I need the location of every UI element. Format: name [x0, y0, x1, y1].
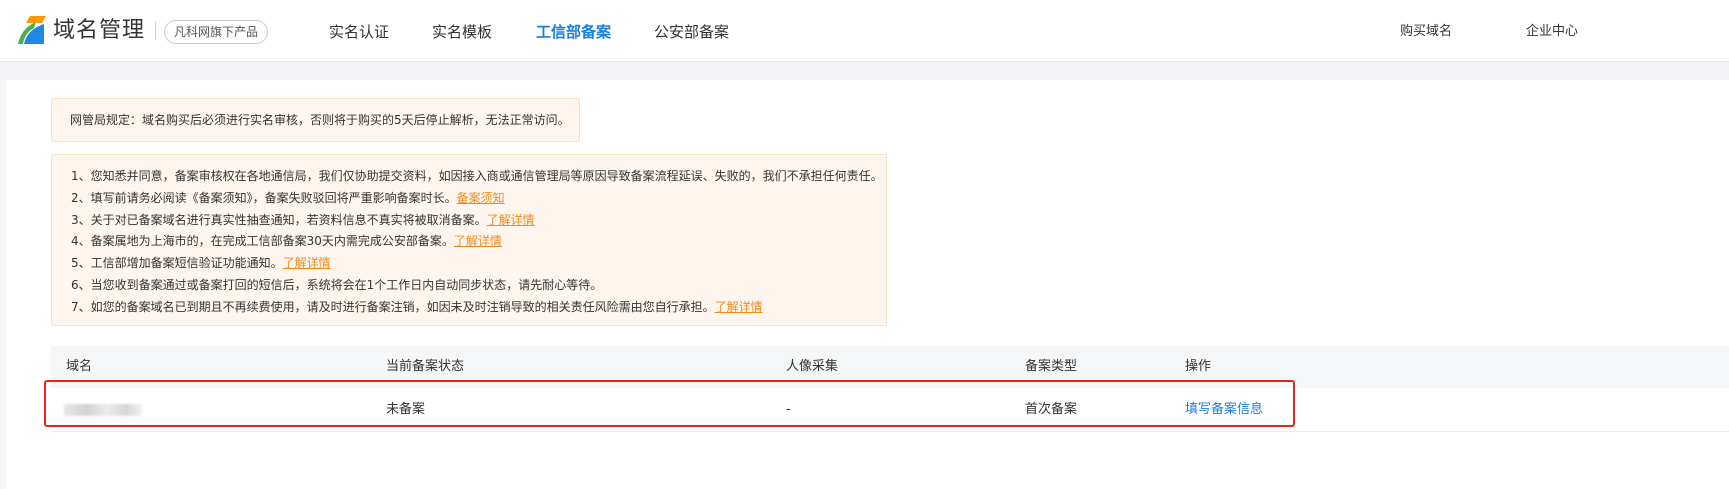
face-cell: - — [786, 402, 791, 417]
brand-title[interactable]: 域名管理 — [53, 16, 145, 46]
notice-line: 1、您知悉并同意，备案审核权在各地通信局，我们仅协助提交资料，如因接入商或通信管… — [71, 169, 883, 183]
nav-real-name-auth[interactable]: 实名认证 — [329, 22, 389, 42]
filing-guide-link[interactable]: 备案须知 — [457, 191, 505, 205]
table-row: 未备案 - 首次备案 填写备案信息 — [51, 388, 1729, 432]
brand-badge: 凡科网旗下产品 — [164, 20, 269, 44]
notice-line: 7、如您的备案域名已到期且不再续费使用，请及时进行备案注销，如因未及时注销导致的… — [71, 299, 763, 314]
notice-line: 3、关于对已备案域名进行真实性抽查通知，若资料信息不真实将被取消备案。了解详情 — [71, 212, 535, 227]
notice-line: 5、工信部增加备案短信验证功能通知。了解详情 — [71, 256, 331, 271]
learn-more-link[interactable]: 了解详情 — [454, 234, 502, 248]
filing-notice-list: 1、您知悉并同意，备案审核权在各地通信局，我们仅协助提交资料，如因接入商或通信管… — [51, 154, 887, 326]
top-header: 域名管理 凡科网旗下产品 实名认证 实名模板 工信部备案 公安部备案 购买域名 … — [0, 0, 1729, 62]
enterprise-center-link[interactable]: 企业中心 — [1526, 23, 1578, 41]
learn-more-link[interactable]: 了解详情 — [283, 256, 331, 270]
column-header-type: 备案类型 — [1025, 359, 1078, 374]
fill-filing-info-button[interactable]: 填写备案信息 — [1185, 402, 1263, 418]
domain-cell-blurred — [64, 404, 142, 416]
column-header-domain: 域名 — [66, 359, 93, 374]
type-cell: 首次备案 — [1025, 402, 1078, 417]
nav-miit-filing[interactable]: 工信部备案 — [536, 22, 611, 42]
regulation-notice: 网管局规定：域名购买后必须进行实名审核，否则将于购买的5天后停止解析，无法正常访… — [51, 98, 580, 142]
learn-more-link[interactable]: 了解详情 — [715, 300, 763, 314]
learn-more-link[interactable]: 了解详情 — [487, 213, 535, 227]
status-cell: 未备案 — [386, 402, 426, 417]
brand-divider — [155, 22, 156, 40]
column-header-status: 当前备案状态 — [386, 359, 465, 374]
nav-police-filing[interactable]: 公安部备案 — [654, 22, 729, 42]
nav-real-name-template[interactable]: 实名模板 — [432, 22, 492, 42]
logo-icon[interactable] — [16, 14, 48, 48]
column-header-face: 人像采集 — [786, 359, 839, 374]
table-header: 域名 当前备案状态 人像采集 备案类型 操作 — [51, 346, 1729, 388]
buy-domain-link[interactable]: 购买域名 — [1400, 23, 1452, 41]
notice-line: 4、备案属地为上海市的，在完成工信部备案30天内需完成公安部备案。了解详情 — [71, 234, 502, 249]
notice-line: 6、当您收到备案通过或备案打回的短信后，系统将会在1个工作日内自动同步状态，请先… — [71, 277, 603, 292]
column-header-action: 操作 — [1185, 359, 1212, 374]
notice-line: 2、填写前请务必阅读《备案须知》，备案失败驳回将严重影响备案时长。备案须知 — [71, 190, 505, 205]
